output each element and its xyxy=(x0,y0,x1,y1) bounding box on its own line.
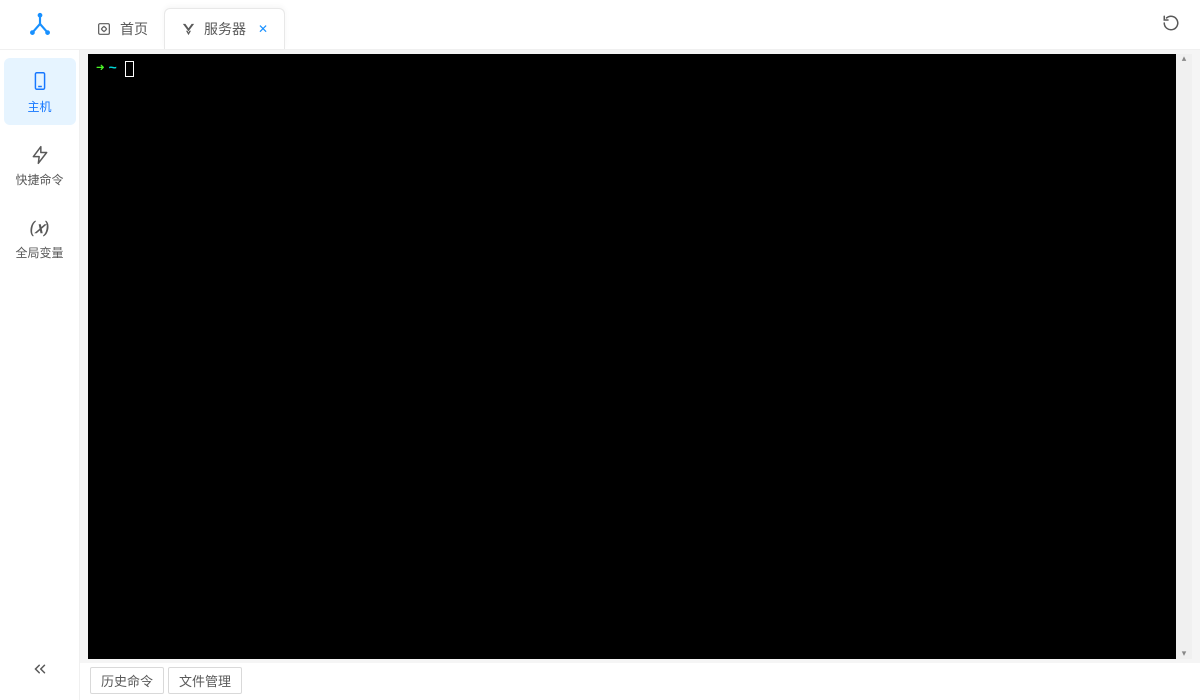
main-area: 主机 快捷命令 (𝑥) 全局变量 ➜ ~ xyxy=(0,50,1200,700)
collapse-sidebar-button[interactable] xyxy=(31,660,49,700)
sidebar-item-label: 全局变量 xyxy=(15,244,63,261)
close-icon[interactable]: ✕ xyxy=(258,23,268,35)
home-icon xyxy=(96,21,112,37)
tab-server[interactable]: 服务器 ✕ xyxy=(164,8,285,49)
bolt-icon xyxy=(30,145,50,165)
server-v-icon xyxy=(181,22,196,37)
chevron-double-left-icon xyxy=(31,660,49,678)
sidebar: 主机 快捷命令 (𝑥) 全局变量 xyxy=(0,50,80,700)
terminal-container: ➜ ~ xyxy=(88,54,1192,659)
scrollbar-vertical[interactable] xyxy=(1176,54,1192,659)
terminal-prompt-line: ➜ ~ xyxy=(96,60,1168,77)
bottom-panel-tabs: 历史命令 文件管理 xyxy=(80,663,1200,700)
variable-icon: (𝑥) xyxy=(30,218,50,238)
logo-area xyxy=(0,12,80,38)
sidebar-item-label: 快捷命令 xyxy=(15,171,63,188)
sidebar-item-global-var[interactable]: (𝑥) 全局变量 xyxy=(4,206,76,271)
top-bar-right xyxy=(1142,14,1200,36)
tab-label: 首页 xyxy=(120,19,148,39)
sidebar-item-label: 主机 xyxy=(27,98,51,115)
sidebar-item-quick-cmd[interactable]: 快捷命令 xyxy=(4,133,76,198)
content-area: ➜ ~ 历史命令 文件管理 xyxy=(80,50,1200,700)
top-bar: 首页 服务器 ✕ xyxy=(0,0,1200,50)
tab-label: 服务器 xyxy=(204,19,246,39)
host-icon xyxy=(29,70,51,92)
app-logo-icon xyxy=(27,12,53,38)
terminal[interactable]: ➜ ~ xyxy=(88,54,1176,659)
sidebar-item-host[interactable]: 主机 xyxy=(4,58,76,125)
bottom-tab-file-manager[interactable]: 文件管理 xyxy=(168,667,242,694)
prompt-path: ~ xyxy=(108,61,116,77)
tab-home[interactable]: 首页 xyxy=(80,8,164,49)
prompt-arrow: ➜ xyxy=(96,60,104,77)
terminal-cursor xyxy=(125,61,134,77)
bottom-tab-history[interactable]: 历史命令 xyxy=(90,667,164,694)
refresh-icon[interactable] xyxy=(1162,14,1180,36)
tab-bar: 首页 服务器 ✕ xyxy=(80,0,1142,49)
